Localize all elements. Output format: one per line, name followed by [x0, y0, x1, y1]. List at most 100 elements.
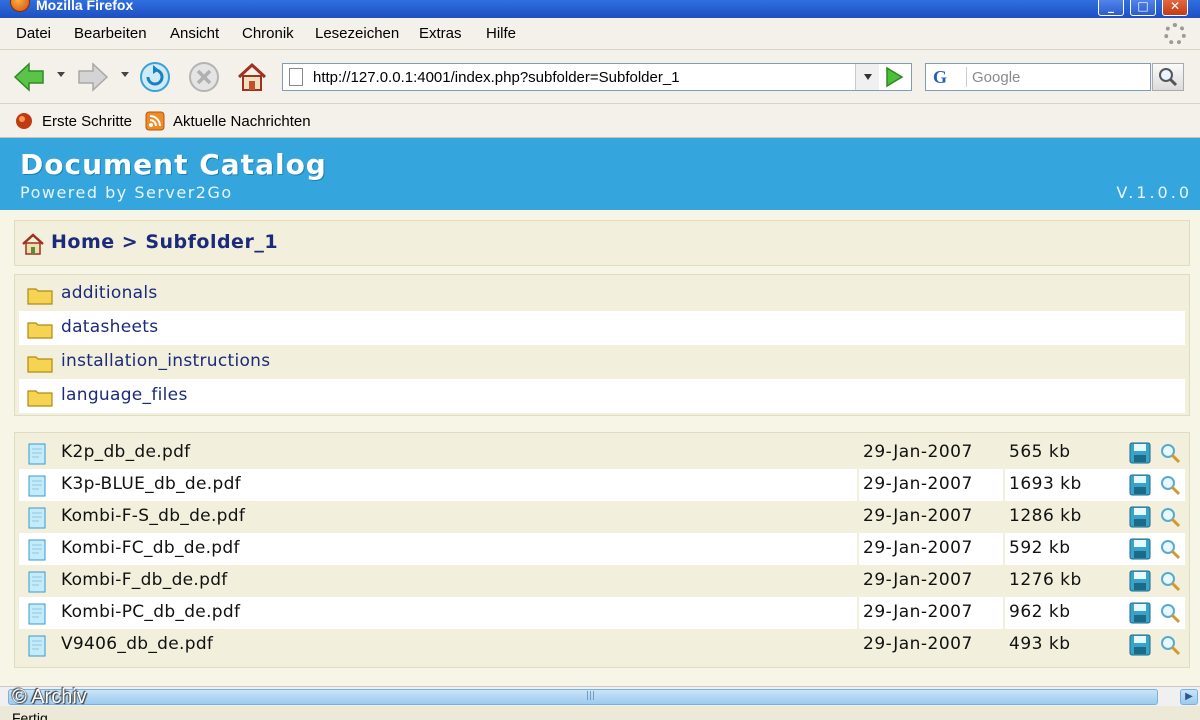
file-date: 29-Jan-2007: [863, 506, 973, 526]
folder-item[interactable]: datasheets: [19, 311, 1185, 345]
file-name[interactable]: V9406_db_de.pdf: [61, 634, 213, 654]
file-date: 29-Jan-2007: [863, 538, 973, 558]
scrollbar-grip-icon: |||: [586, 691, 596, 701]
save-disk-icon[interactable]: [1129, 538, 1151, 560]
breadcrumb-current: Subfolder_1: [145, 231, 279, 253]
back-arrow-icon[interactable]: [12, 60, 46, 94]
magnifier-view-icon[interactable]: [1159, 474, 1181, 496]
status-text: Fertig: [12, 710, 48, 720]
breadcrumb-separator: >: [121, 231, 139, 253]
file-name[interactable]: K2p_db_de.pdf: [61, 442, 190, 462]
folder-name[interactable]: additionals: [61, 283, 158, 303]
document-icon: [28, 603, 46, 625]
file-size: 1276 kb: [1009, 570, 1082, 590]
reload-icon[interactable]: [138, 60, 172, 94]
file-name[interactable]: Kombi-PC_db_de.pdf: [61, 602, 240, 622]
menu-extras[interactable]: Extras: [419, 25, 462, 42]
file-date: 29-Jan-2007: [863, 634, 973, 654]
column-divider: [857, 501, 859, 533]
scroll-right-arrow-icon[interactable]: ▶: [1180, 689, 1198, 705]
close-button[interactable]: ✕: [1162, 0, 1188, 16]
save-disk-icon[interactable]: [1129, 442, 1151, 464]
page-content: Document Catalog Powered by Server2Go V.…: [0, 138, 1200, 686]
search-bar[interactable]: G: [925, 63, 1151, 91]
folder-item[interactable]: installation_instructions: [19, 345, 1185, 379]
file-name[interactable]: Kombi-F_db_de.pdf: [61, 570, 228, 590]
table-row: Kombi-F-S_db_de.pdf 29-Jan-2007 1286 kb: [19, 501, 1185, 533]
minimize-button[interactable]: _: [1098, 0, 1124, 16]
file-size: 1286 kb: [1009, 506, 1082, 526]
folder-name[interactable]: datasheets: [61, 317, 158, 337]
save-disk-icon[interactable]: [1129, 474, 1151, 496]
save-disk-icon[interactable]: [1129, 570, 1151, 592]
save-disk-icon[interactable]: [1129, 602, 1151, 624]
file-name[interactable]: K3p-BLUE_db_de.pdf: [61, 474, 241, 494]
file-name[interactable]: Kombi-FC_db_de.pdf: [61, 538, 240, 558]
menu-hilfe[interactable]: Hilfe: [486, 25, 516, 42]
file-size: 493 kb: [1009, 634, 1071, 654]
bookmark-aktuelle-nachrichten[interactable]: Aktuelle Nachrichten: [173, 113, 311, 130]
bookmark-erste-schritte[interactable]: Erste Schritte: [42, 113, 132, 130]
menu-datei[interactable]: Datei: [16, 25, 51, 42]
table-row: Kombi-PC_db_de.pdf 29-Jan-2007 962 kb: [19, 597, 1185, 629]
column-divider: [1003, 501, 1005, 533]
forward-history-dropdown-icon[interactable]: [121, 72, 129, 77]
document-icon: [28, 443, 46, 465]
table-row: K2p_db_de.pdf 29-Jan-2007 565 kb: [19, 437, 1185, 469]
magnifier-view-icon[interactable]: [1159, 442, 1181, 464]
url-history-dropdown-icon[interactable]: [855, 64, 879, 90]
menu-ansicht[interactable]: Ansicht: [170, 25, 219, 42]
document-icon: [28, 635, 46, 657]
menu-lesezeichen[interactable]: Lesezeichen: [315, 25, 399, 42]
home-breadcrumb-icon[interactable]: [21, 233, 45, 255]
folder-icon: [27, 356, 53, 373]
document-icon: [28, 571, 46, 593]
page-subtitle: Powered by Server2Go: [20, 183, 233, 202]
horizontal-scrollbar[interactable]: ||| ▶: [0, 686, 1200, 706]
column-divider: [857, 629, 859, 661]
throbber-icon: [1164, 23, 1186, 45]
scrollbar-thumb[interactable]: [8, 689, 1158, 705]
home-icon[interactable]: [235, 60, 269, 94]
folder-name[interactable]: language_files: [61, 385, 188, 405]
document-icon: [28, 507, 46, 529]
back-history-dropdown-icon[interactable]: [57, 72, 65, 77]
magnifier-view-icon[interactable]: [1159, 570, 1181, 592]
go-arrow-icon[interactable]: [880, 64, 908, 90]
save-disk-icon[interactable]: [1129, 634, 1151, 656]
column-divider: [1003, 597, 1005, 629]
search-engine-google-icon[interactable]: G: [929, 67, 967, 87]
table-row: K3p-BLUE_db_de.pdf 29-Jan-2007 1693 kb: [19, 469, 1185, 501]
stop-icon[interactable]: [187, 60, 221, 94]
breadcrumb-home-link[interactable]: Home: [51, 231, 115, 253]
save-disk-icon[interactable]: [1129, 506, 1151, 528]
column-divider: [857, 469, 859, 501]
forward-arrow-icon[interactable]: [76, 60, 110, 94]
column-divider: [1003, 533, 1005, 565]
folder-item[interactable]: additionals: [19, 277, 1185, 311]
search-button[interactable]: [1152, 63, 1184, 91]
column-divider: [857, 565, 859, 597]
url-input[interactable]: [313, 66, 853, 88]
menu-chronik[interactable]: Chronik: [242, 25, 294, 42]
column-divider: [1003, 437, 1005, 469]
folder-icon: [27, 322, 53, 339]
file-date: 29-Jan-2007: [863, 570, 973, 590]
search-input[interactable]: [972, 66, 1147, 88]
page-icon: [289, 68, 303, 86]
document-icon: [28, 539, 46, 561]
table-row: Kombi-F_db_de.pdf 29-Jan-2007 1276 kb: [19, 565, 1185, 597]
folder-name[interactable]: installation_instructions: [61, 351, 270, 371]
breadcrumb-text: Home > Subfolder_1: [51, 231, 278, 253]
magnifier-view-icon[interactable]: [1159, 602, 1181, 624]
navigation-toolbar: G: [0, 50, 1200, 104]
file-name[interactable]: Kombi-F-S_db_de.pdf: [61, 506, 245, 526]
url-bar[interactable]: [282, 63, 912, 91]
folder-item[interactable]: language_files: [19, 379, 1185, 413]
magnifier-view-icon[interactable]: [1159, 506, 1181, 528]
magnifier-view-icon[interactable]: [1159, 538, 1181, 560]
menu-bearbeiten[interactable]: Bearbeiten: [74, 25, 147, 42]
maximize-button[interactable]: □: [1130, 0, 1156, 16]
magnifier-view-icon[interactable]: [1159, 634, 1181, 656]
column-divider: [1003, 629, 1005, 661]
